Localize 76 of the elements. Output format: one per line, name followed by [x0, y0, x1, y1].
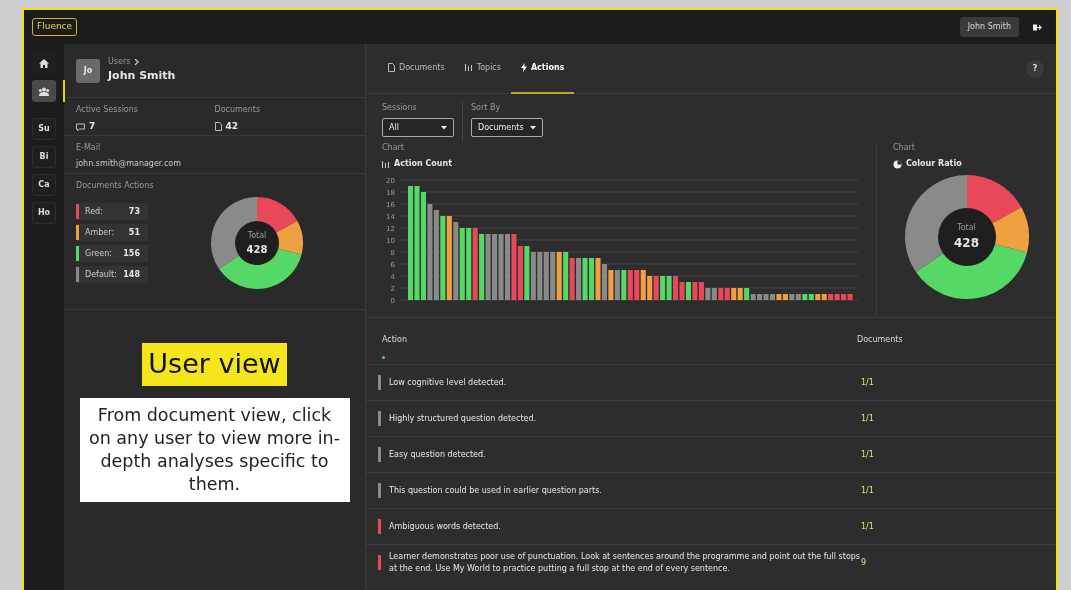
document-icon — [214, 122, 222, 132]
home-icon — [39, 58, 49, 68]
logo[interactable]: Fluence — [32, 18, 78, 36]
total-value: 428 — [246, 242, 268, 257]
caption-heading: User view — [142, 343, 287, 386]
filter-label: Sessions — [382, 102, 418, 114]
status-dot-icon — [382, 356, 385, 359]
total-label: Total — [246, 229, 268, 242]
table-cell-text: Easy question detected. — [389, 448, 487, 461]
caption-text: From document view, click on any user to view more in-depth analyses specific to them. — [79, 397, 350, 502]
bar-chart-icon — [464, 64, 473, 71]
caret-icon — [530, 125, 536, 130]
table-cell-text: This question could be used in earlier question parts. — [389, 484, 603, 497]
legend-label: Amber: — [85, 226, 115, 239]
legend-value: 73 — [128, 205, 140, 218]
chevron-icon — [134, 59, 140, 66]
legend-label: Green: — [85, 247, 112, 260]
user-name: John Smith — [108, 68, 176, 85]
table-cell-text: 1/1 — [861, 520, 875, 533]
nav-item[interactable]: Ca — [32, 174, 56, 196]
stat-value: 7 — [89, 120, 96, 133]
user-button[interactable]: John Smith — [959, 17, 1019, 37]
table-cell-text: 1/1 — [861, 376, 875, 389]
stat-label: Documents — [214, 104, 262, 116]
nav-item[interactable]: Su — [32, 118, 56, 140]
table-row[interactable]: Ambiguous words detected. 1/1 — [366, 508, 1056, 544]
chart-caption: Chart — [893, 142, 916, 154]
pie-chart-icon — [893, 159, 902, 169]
table-cell: Learner demonstrates poor use of punctuation. Look at sentences around the programme and point out the full stops at the end. Use My World to practice putting a full stop at the end of every sentence. — [389, 550, 861, 575]
table-cell-text: 1/1 — [861, 412, 875, 425]
section-title: Documents Actions — [76, 180, 155, 192]
help-button[interactable]: ? — [1026, 59, 1044, 78]
legend-label: Default: — [85, 268, 117, 281]
column-header: Documents — [857, 334, 904, 346]
table-cell-text: 1/1 — [861, 448, 875, 461]
column-header: Action — [382, 334, 409, 346]
email-value: john.smith@manager.com — [76, 158, 183, 170]
total-value: 428 — [953, 235, 980, 252]
chat-icon — [76, 122, 85, 131]
document-icon — [388, 63, 395, 72]
stat-value: 42 — [225, 120, 239, 133]
table-cell-text: Low cognitive level detected. — [389, 376, 508, 389]
table-row[interactable]: Easy question detected. 1/1 — [366, 436, 1056, 472]
breadcrumb-link[interactable]: Users — [108, 56, 131, 69]
legend-label: Red: — [85, 205, 103, 218]
lightning-icon — [520, 63, 527, 72]
table-cell-text: Highly structured question detected. — [389, 412, 538, 425]
nav-item[interactable]: Ho — [32, 202, 56, 224]
email-label: E-Mail — [76, 142, 102, 154]
logout-icon[interactable] — [1033, 23, 1042, 31]
tab[interactable]: Documents — [378, 43, 455, 94]
dropdown[interactable]: All — [382, 118, 454, 137]
table-cell-text: 1/1 — [861, 484, 875, 497]
table-row[interactable]: Highly structured question detected. 1/1 — [366, 400, 1056, 436]
tab[interactable]: Topics — [454, 43, 511, 94]
chart-caption: Chart — [382, 142, 405, 154]
table-cell-text: Ambiguous words detected. — [389, 520, 502, 533]
avatar[interactable]: Jo — [76, 58, 100, 83]
table-cell-text: 9 — [861, 556, 868, 569]
nav-item[interactable] — [32, 80, 56, 102]
stat-label: Active Sessions — [76, 104, 139, 116]
legend-value: 148 — [123, 268, 140, 281]
nav-item[interactable]: Bi — [32, 146, 56, 168]
table-row[interactable]: This question could be used in earlier question parts. 1/1 — [366, 472, 1056, 508]
table-row[interactable]: Low cognitive level detected. 1/1 — [366, 364, 1056, 400]
users-icon — [38, 86, 50, 96]
filter-label: Sort By — [471, 102, 502, 114]
tab[interactable]: Actions — [510, 43, 575, 94]
caret-icon — [441, 125, 447, 130]
bar-chart-icon — [382, 160, 390, 168]
chart-title: Action Count — [394, 158, 453, 170]
legend-value: 156 — [123, 247, 140, 260]
legend-value: 51 — [128, 226, 140, 239]
chart-title: Colour Ratio — [906, 158, 962, 170]
dropdown[interactable]: Documents — [471, 118, 543, 137]
total-label: Total — [956, 222, 977, 234]
